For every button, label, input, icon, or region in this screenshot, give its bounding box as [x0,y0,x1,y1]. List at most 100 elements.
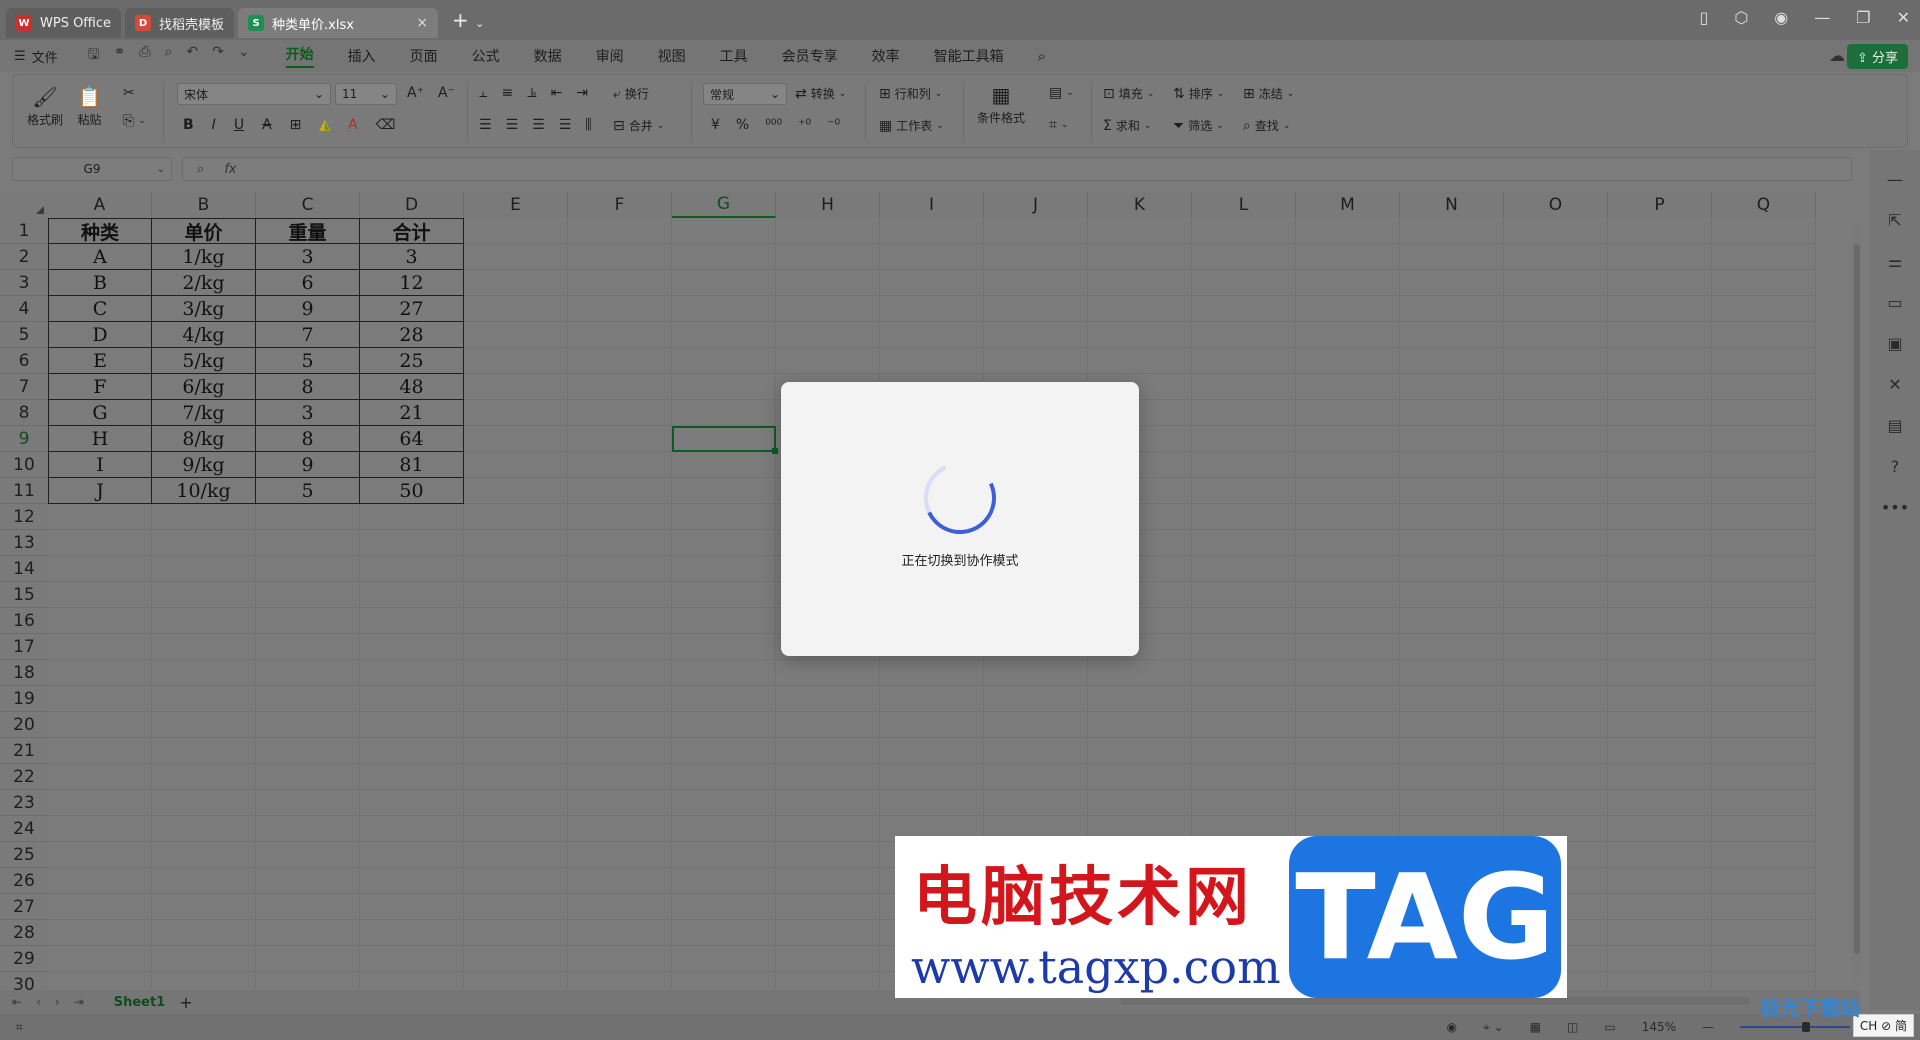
fx-icon[interactable]: fx [224,162,236,177]
zoom-icon[interactable]: ⌕ [197,162,204,177]
bold-icon[interactable]: B [183,117,194,133]
row-header[interactable]: 26 [0,868,48,894]
table-style-button[interactable]: ▤ ⌄ [1049,85,1074,101]
row-header[interactable]: 18 [0,660,48,686]
row-header[interactable]: 14 [0,556,48,582]
print-icon[interactable]: ⎙ [139,44,150,68]
comment-icon[interactable]: ▭ [1887,293,1902,312]
ime-indicator[interactable]: CH ⊘ 简 [1852,1014,1914,1037]
table-cell[interactable]: 9 [256,452,360,478]
table-cell[interactable]: C [48,296,152,322]
macro-icon[interactable]: ⌗ [16,1020,23,1035]
column-header[interactable]: O [1504,192,1608,218]
table-cell[interactable]: 25 [360,348,464,374]
row-header[interactable]: 25 [0,842,48,868]
share-button[interactable]: ⇪ 分享 [1846,44,1908,69]
table-cell[interactable]: 5/kg [152,348,256,374]
font-color-icon[interactable]: A [348,117,358,133]
decrease-font-icon[interactable]: A⁻ [438,85,455,101]
column-header[interactable]: M [1296,192,1400,218]
justify-icon[interactable]: ☰ [559,117,572,133]
table-cell[interactable]: 8/kg [152,426,256,452]
strikethrough-icon[interactable]: A [262,117,272,133]
increase-decimal-icon[interactable]: ⁺⁰ [798,117,811,133]
row-col-button[interactable]: ⊞ 行和列 ⌄ [879,85,942,102]
table-cell[interactable]: D [48,322,152,348]
cut-button[interactable]: ✂ [123,85,135,101]
fill-color-icon[interactable]: ◭ [319,117,330,133]
row-header[interactable]: 11 [0,478,48,504]
sheet-tab-sheet1[interactable]: Sheet1 [114,995,166,1010]
undo-icon[interactable]: ↶ [186,44,198,68]
border-icon[interactable]: ⊞ [290,117,302,133]
table-cell[interactable]: 6/kg [152,374,256,400]
table-cell[interactable]: 2/kg [152,270,256,296]
table-cell[interactable]: 3 [360,244,464,270]
wrap-button[interactable]: ⤶ 换行 [613,85,649,102]
menu-insert[interactable]: 插入 [348,46,376,66]
minimize-icon[interactable]: — [1814,8,1830,27]
increase-font-icon[interactable]: A⁺ [407,85,424,101]
table-cell[interactable]: I [48,452,152,478]
column-header[interactable]: B [152,192,256,218]
table-cell[interactable]: 7/kg [152,400,256,426]
table-cell[interactable]: 21 [360,400,464,426]
row-header[interactable]: 7 [0,374,48,400]
italic-icon[interactable]: I [212,117,216,133]
filter-button[interactable]: ⏷ 筛选 ⌄ [1173,117,1224,134]
column-header[interactable]: Q [1712,192,1816,218]
cell-style-button[interactable]: ⌗ ⌄ [1049,117,1068,133]
row-header[interactable]: 28 [0,920,48,946]
menu-page[interactable]: 页面 [410,46,438,66]
table-cell[interactable]: J [48,478,152,504]
row-header[interactable]: 13 [0,530,48,556]
table-header-cell[interactable]: 种类 [48,218,152,244]
table-cell[interactable]: 8 [256,374,360,400]
align-middle-icon[interactable]: ≡ [501,85,513,101]
vertical-scrollbar[interactable] [1852,222,1862,982]
tab-spreadsheet[interactable]: S 种类单价.xlsx × [238,8,439,38]
row-header[interactable]: 16 [0,608,48,634]
indent-decrease-icon[interactable]: ⇤ [551,85,563,101]
align-bottom-icon[interactable]: ⫡ [527,85,536,101]
sum-button[interactable]: Σ 求和 ⌄ [1103,117,1151,134]
eraser-icon[interactable]: ⌫ [376,117,396,133]
column-header[interactable]: D [360,192,464,218]
distribute-icon[interactable]: ⫼ [585,117,591,133]
book-icon[interactable]: ▤ [1887,416,1902,435]
row-header[interactable]: 10 [0,452,48,478]
column-header[interactable]: H [776,192,880,218]
font-name-select[interactable]: 宋体 ⌄ [177,83,331,105]
fill-button[interactable]: ⊡ 填充 ⌄ [1103,85,1154,102]
next-sheet-icon[interactable]: › [55,995,60,1009]
number-format-select[interactable]: 常规 ⌄ [703,83,787,105]
prev-sheet-icon[interactable]: ‹ [36,995,41,1009]
close-icon[interactable]: × [416,15,428,31]
percent-icon[interactable]: % [736,117,749,133]
file-menu[interactable]: ☰ 文件 [14,47,58,66]
column-header[interactable]: A [48,192,152,218]
row-header[interactable]: 6 [0,348,48,374]
table-cell[interactable]: F [48,374,152,400]
formula-input[interactable]: ⌕ fx [182,157,1852,181]
column-header[interactable]: N [1400,192,1504,218]
table-cell[interactable]: 6 [256,270,360,296]
layout-icon[interactable]: ▯ [1700,8,1709,27]
row-header[interactable]: 17 [0,634,48,660]
align-top-icon[interactable]: ⫠ [479,85,487,101]
table-cell[interactable]: 7 [256,322,360,348]
align-right-icon[interactable]: ☰ [532,117,545,133]
align-left-icon[interactable]: ☰ [479,117,492,133]
column-header[interactable]: J [984,192,1088,218]
table-header-cell[interactable]: 重量 [256,218,360,244]
row-header[interactable]: 4 [0,296,48,322]
column-header[interactable]: K [1088,192,1192,218]
font-size-select[interactable]: 11 ⌄ [335,83,397,105]
table-cell[interactable]: 64 [360,426,464,452]
table-cell[interactable]: 9/kg [152,452,256,478]
conditional-format-button[interactable]: ▦ 条件格式 [977,83,1025,126]
find-button[interactable]: ⌕ 查找 ⌄ [1243,117,1290,134]
row-header[interactable]: 12 [0,504,48,530]
row-header[interactable]: 2 [0,244,48,270]
cube-icon[interactable]: ⬡ [1734,8,1748,27]
